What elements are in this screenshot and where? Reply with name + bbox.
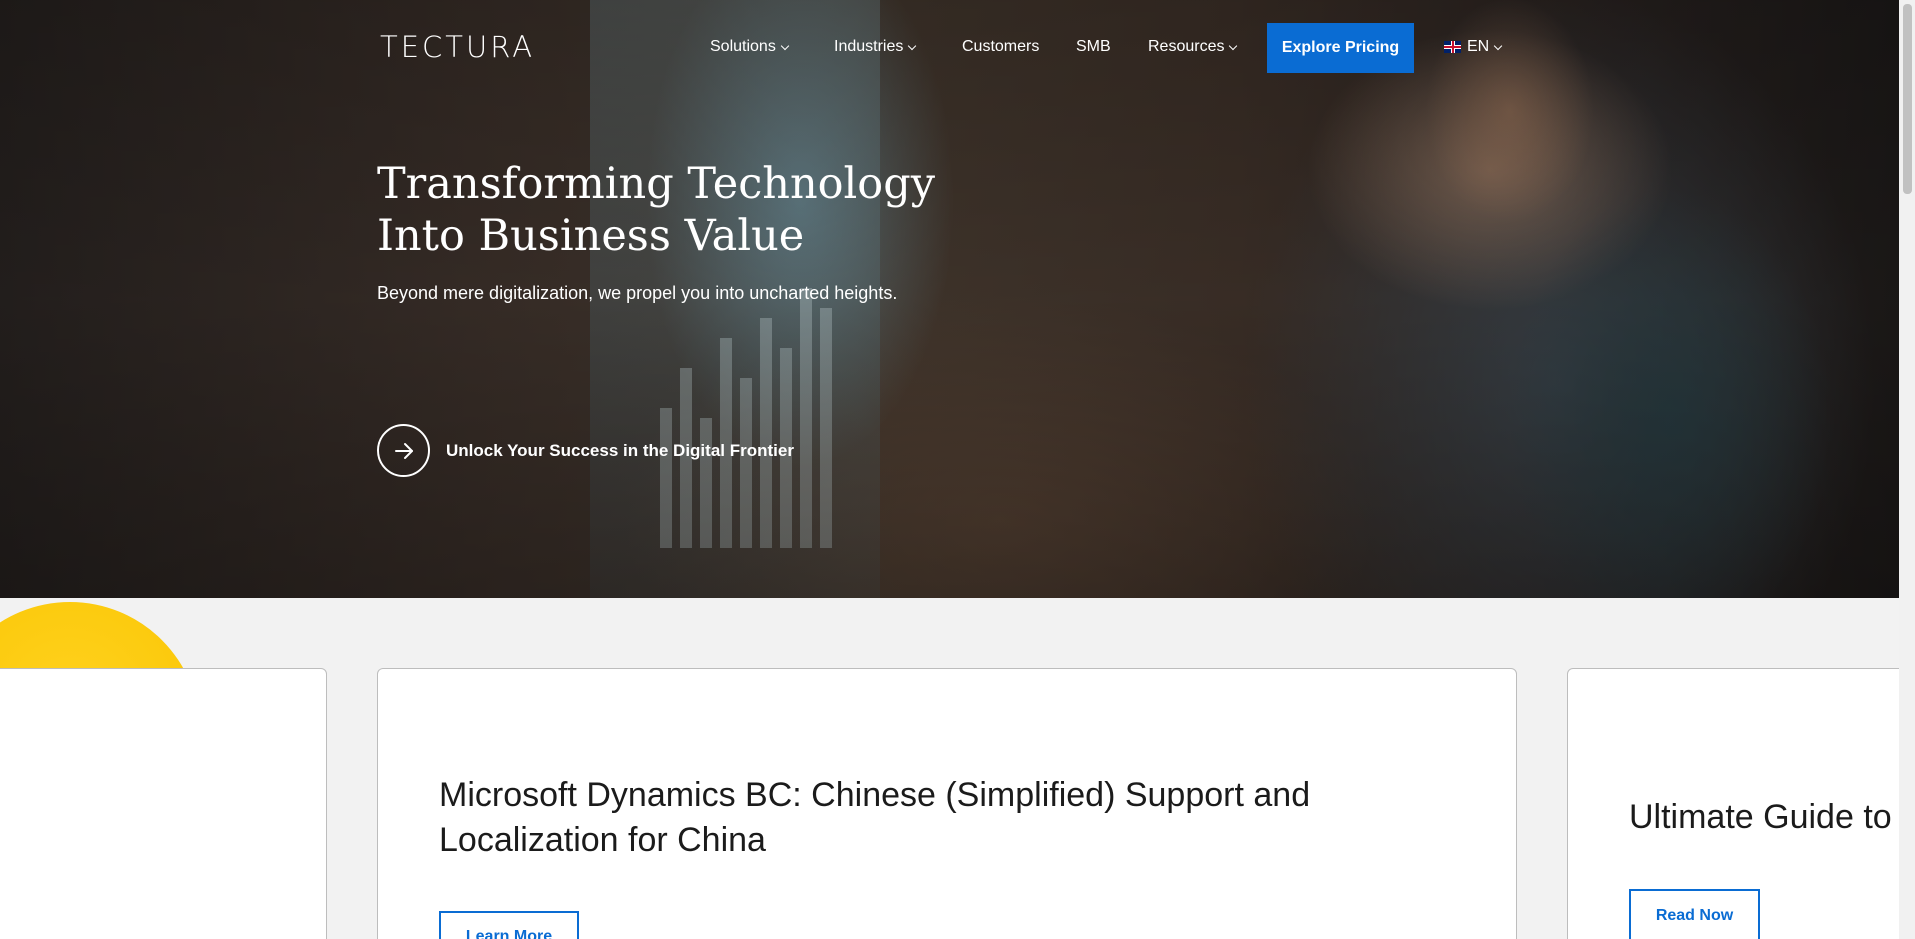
language-selector[interactable]: EN	[1444, 38, 1503, 56]
chevron-down-icon	[908, 41, 917, 50]
card-title: Microsoft Dynamics BC: Chinese (Simplifi…	[439, 776, 1311, 859]
hero-subtitle: Beyond mere digitalization, we propel yo…	[377, 283, 898, 303]
nav-solutions-label: Solutions	[710, 38, 776, 55]
hero-cta-link[interactable]: Unlock Your Success in the Digital Front…	[377, 424, 794, 477]
chevron-down-icon	[1493, 41, 1503, 50]
hero-title-line-1: Transforming Technology	[377, 159, 936, 209]
chevron-down-icon	[780, 41, 790, 50]
nav-industries-label: Industries	[834, 38, 904, 55]
nav-customers[interactable]: Customers	[962, 38, 1039, 56]
carousel-card-previous[interactable]	[0, 668, 327, 939]
carousel-card-current: Microsoft Dynamics BC: Chinese (Simplifi…	[377, 668, 1517, 939]
learn-more-button[interactable]: Learn More	[439, 911, 579, 939]
nav-resources-label: Resources	[1148, 38, 1225, 55]
language-label: EN	[1467, 38, 1490, 55]
hero-title-line-2: Into Business Value	[377, 211, 805, 261]
tectura-logo[interactable]: TECTURA	[380, 30, 535, 64]
nav-smb[interactable]: SMB	[1076, 38, 1111, 56]
nav-smb-label: SMB	[1076, 38, 1111, 55]
top-nav: TECTURA Solutions Industries Customers S…	[0, 0, 1899, 96]
arrow-right-circle-icon	[377, 424, 430, 477]
hero-title: Transforming Technology Into Business Va…	[377, 158, 935, 262]
scrollbar-thumb[interactable]	[1903, 4, 1912, 194]
chevron-down-icon	[1229, 41, 1238, 50]
nav-customers-label: Customers	[962, 38, 1040, 55]
nav-resources[interactable]: Resources	[1148, 38, 1238, 56]
nav-solutions[interactable]: Solutions	[710, 38, 790, 56]
nav-industries[interactable]: Industries	[834, 38, 917, 56]
carousel-card-next[interactable]: Ultimate Guide to Read Now	[1567, 668, 1915, 939]
read-now-button[interactable]: Read Now	[1629, 889, 1760, 939]
uk-flag-icon	[1444, 41, 1461, 53]
hero-cta-label: Unlock Your Success in the Digital Front…	[446, 440, 794, 460]
explore-pricing-button[interactable]: Explore Pricing	[1267, 23, 1414, 73]
card-title: Ultimate Guide to	[1629, 798, 1892, 836]
